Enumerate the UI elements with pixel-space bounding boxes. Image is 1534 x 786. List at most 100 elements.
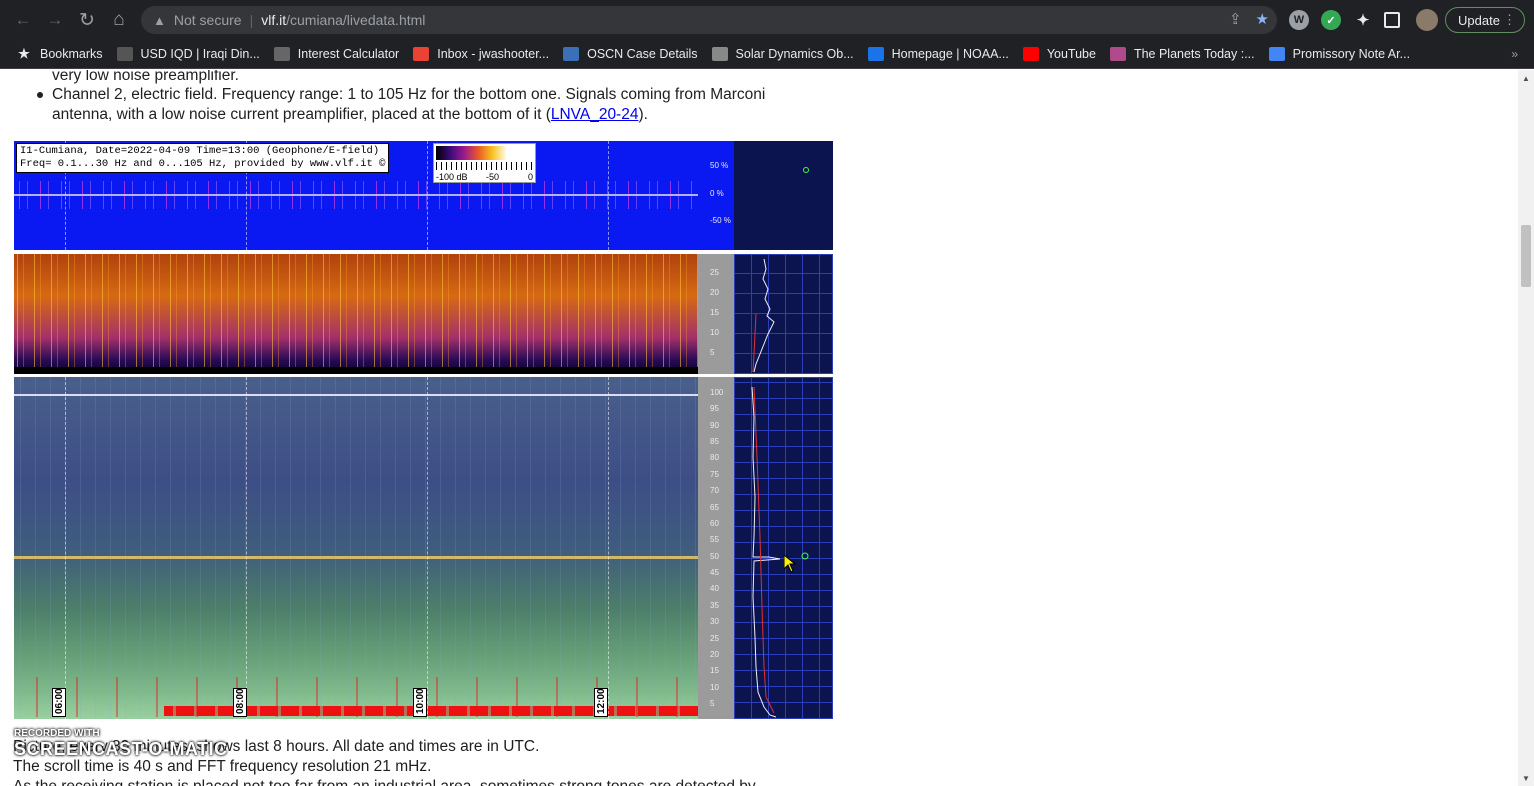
bookmark-label: Promissory Note Ar...: [1292, 47, 1411, 61]
address-bar[interactable]: ▲ Not secure | vlf.it/cumiana/livedata.h…: [141, 6, 1277, 34]
sdo-icon: [711, 47, 728, 61]
bookmark-label: YouTube: [1046, 47, 1096, 61]
bookmark-label: Inbox - jwashooter...: [437, 47, 550, 61]
side-panel-icon[interactable]: [1384, 12, 1400, 28]
channel2-line2: antenna, with a low noise current preamp…: [52, 105, 648, 125]
preamp-text: very low noise preamplifier.: [52, 70, 239, 84]
list-bullet: [37, 92, 43, 98]
bookmark-item[interactable]: Homepage | NOAA...: [867, 47, 1009, 61]
waveform-panel: I1-Cumiana, Date=2022-04-09 Time=13:00 (…: [14, 141, 698, 250]
channel2-line2-text: antenna, with a low noise current preamp…: [52, 106, 551, 123]
spectrogram-50hz-line: [14, 556, 698, 559]
update-button[interactable]: Update ⋮: [1445, 7, 1525, 33]
watermark-line2: SCREENCAST-O-MATIC: [14, 739, 228, 759]
bookmark-item[interactable]: Solar Dynamics Ob...: [711, 47, 854, 61]
paragraph-scroll-time: The scroll time is 40 s and FFT frequenc…: [13, 758, 432, 775]
profile-avatar[interactable]: [1416, 9, 1438, 31]
spectrogram-top-line: [14, 394, 698, 396]
url-path[interactable]: /cumiana/livedata.html: [286, 12, 425, 28]
bookmark-label: Bookmarks: [40, 47, 103, 61]
share-icon[interactable]: ⇪: [1229, 10, 1242, 28]
star-icon: ★: [18, 46, 30, 61]
waveform-baseline: [14, 194, 698, 196]
db-scale: -100 dB -50 0: [433, 143, 536, 183]
spectrum-curve-high: [751, 386, 809, 718]
extension-check-icon[interactable]: ✓: [1321, 10, 1341, 30]
bookmark-label: OSCN Case Details: [587, 47, 698, 61]
bookmark-label: USD IQD | Iraqi Din...: [140, 47, 260, 61]
time-label-text: 12:00: [596, 688, 607, 714]
bookmark-item[interactable]: Inbox - jwashooter...: [413, 47, 549, 61]
time-label-0800: 08:00: [233, 688, 247, 717]
bookmark-item[interactable]: The Planets Today :...: [1109, 47, 1255, 61]
channel2-line2-end: ).: [638, 106, 648, 123]
scroll-thumb[interactable]: [1521, 225, 1531, 287]
spectrogram-high: 06:00 08:00 10:00 12:00: [14, 377, 698, 719]
figure-info-box: I1-Cumiana, Date=2022-04-09 Time=13:00 (…: [16, 143, 390, 173]
shield-icon: [563, 47, 580, 61]
back-icon[interactable]: ←: [8, 5, 38, 35]
browser-toolbar: ← → ↻ ⌂ ▲ Not secure | vlf.it/cumiana/li…: [0, 0, 1534, 40]
bookmark-label: Interest Calculator: [297, 47, 400, 61]
scroll-up-icon[interactable]: ▲: [1522, 74, 1530, 83]
kebab-menu-icon[interactable]: ⋮: [1503, 12, 1516, 28]
info-line-2: Freq= 0.1...30 Hz and 0...105 Hz, provid…: [20, 158, 386, 170]
lnva-link[interactable]: LNVA_20-24: [551, 106, 639, 123]
bookmarks-bar: ★ Bookmarks USD IQD | Iraqi Din... Interest…: [0, 40, 1534, 69]
security-label[interactable]: Not secure: [174, 12, 242, 28]
bookmark-item[interactable]: YouTube: [1022, 47, 1096, 61]
bookmark-item[interactable]: Promissory Note Ar...: [1268, 47, 1411, 61]
home-icon[interactable]: ⌂: [104, 5, 134, 35]
time-label-1200: 12:00: [594, 688, 608, 717]
time-label-text: 10:00: [415, 688, 426, 714]
info-line-1: I1-Cumiana, Date=2022-04-09 Time=13:00 (…: [20, 145, 380, 157]
scroll-down-icon[interactable]: ▼: [1522, 774, 1530, 783]
channel2-line1: Channel 2, electric field. Frequency ran…: [52, 86, 766, 103]
calculator-icon: [273, 47, 290, 61]
bookmark-label: Homepage | NOAA...: [891, 47, 1009, 61]
db-scale-label-max: 0: [528, 172, 534, 182]
spectrogram-low-floor: [14, 367, 698, 374]
time-label-0600: 06:00: [52, 688, 66, 717]
time-label-text: 08:00: [235, 688, 246, 714]
grid-line: [246, 377, 247, 719]
waveform-side-panel: [734, 141, 833, 250]
watermark-line1: RECORDED WITH: [14, 728, 100, 739]
document-icon: [1268, 47, 1285, 61]
db-scale-label-min: -100 dB: [436, 172, 468, 182]
paragraph-industrial: As the receiving station is placed not t…: [13, 777, 756, 786]
spectrum-side-panel-low: [734, 254, 833, 374]
grid-line: [65, 377, 66, 719]
bookmark-item[interactable]: OSCN Case Details: [563, 47, 698, 61]
forward-icon[interactable]: →: [40, 5, 70, 35]
db-scale-gradient: [436, 146, 506, 160]
extension-w-icon[interactable]: W: [1289, 10, 1309, 30]
update-label: Update: [1458, 12, 1500, 28]
bookmark-label: The Planets Today :...: [1133, 47, 1255, 61]
gmail-icon: [413, 47, 430, 61]
bookmark-item[interactable]: Interest Calculator: [273, 47, 400, 61]
reload-icon[interactable]: ↻: [72, 5, 102, 35]
db-scale-label-mid: -50: [486, 172, 500, 182]
time-label-1000: 10:00: [413, 688, 427, 717]
extensions-puzzle-icon[interactable]: ✦: [1353, 10, 1373, 30]
grid-line: [427, 377, 428, 719]
bookmark-item[interactable]: USD IQD | Iraqi Din...: [116, 47, 260, 61]
db-scale-ticks: [436, 162, 534, 170]
screencast-watermark: RECORDED WITH SCREENCAST-O-MATIC: [14, 728, 228, 760]
spectrum-curve-low: [752, 258, 775, 373]
url-separator: |: [249, 12, 254, 28]
url-host[interactable]: vlf.it: [261, 12, 286, 28]
noaa-icon: [867, 47, 884, 61]
marker-circle: [803, 167, 809, 173]
spectrogram-figure: I1-Cumiana, Date=2022-04-09 Time=13:00 (…: [14, 141, 833, 720]
time-label-text: 06:00: [54, 688, 65, 714]
spectrum-side-panel-high: [734, 377, 833, 719]
bookmarks-overflow-icon[interactable]: »: [1511, 47, 1518, 61]
warning-icon[interactable]: ▲: [153, 13, 166, 28]
page-scrollbar[interactable]: ▲ ▼: [1518, 70, 1534, 786]
youtube-icon: [1022, 47, 1039, 61]
bookmark-item[interactable]: ★ Bookmarks: [16, 46, 103, 61]
mouse-cursor-icon: [784, 555, 796, 573]
bookmark-star-icon[interactable]: ★: [1256, 10, 1269, 28]
